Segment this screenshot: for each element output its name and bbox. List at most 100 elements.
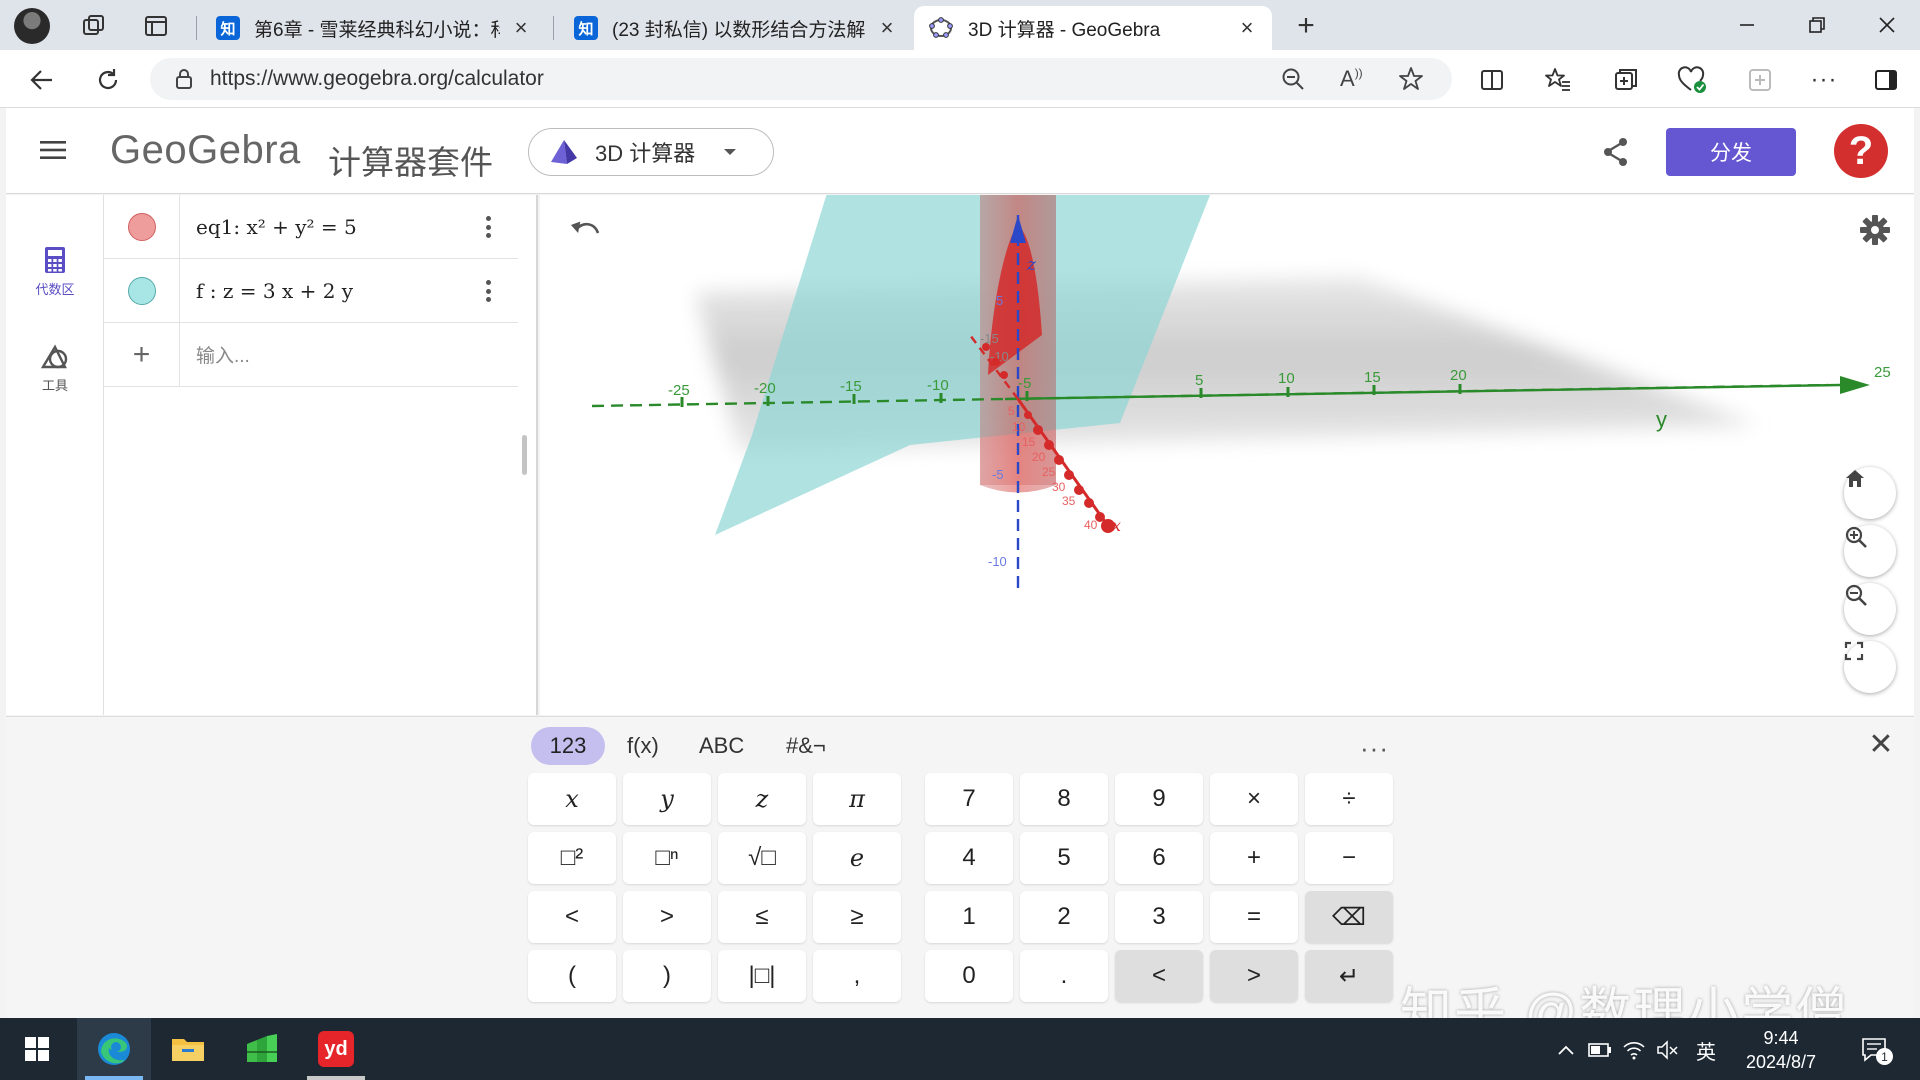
graphics-3d-view[interactable]: -25 -20 -15 -10 -5 5 10 15 20 25 y z 5 -… xyxy=(540,195,1914,715)
key-greater-than[interactable]: > xyxy=(623,891,711,943)
zoom-in-button[interactable] xyxy=(1844,525,1896,577)
volume-muted-icon[interactable] xyxy=(1654,1036,1682,1064)
start-button[interactable] xyxy=(0,1018,74,1080)
tab-actions-icon[interactable] xyxy=(140,10,172,42)
refresh-button[interactable] xyxy=(90,62,126,98)
undo-icon[interactable] xyxy=(568,213,604,249)
key-e[interactable]: e xyxy=(813,832,901,884)
rail-item-tools[interactable]: 工具 xyxy=(6,343,104,394)
keyboard-tab-123[interactable]: 123 xyxy=(531,727,605,765)
back-button[interactable] xyxy=(24,62,60,98)
key-2[interactable]: 2 xyxy=(1020,891,1108,943)
extension-icon[interactable] xyxy=(1742,62,1778,98)
close-tab-icon[interactable]: × xyxy=(876,15,898,40)
restore-button[interactable] xyxy=(1794,8,1840,42)
split-screen-icon[interactable] xyxy=(1474,62,1510,98)
close-tab-icon[interactable]: × xyxy=(1236,15,1258,40)
hamburger-menu-icon[interactable] xyxy=(38,138,68,162)
algebra-expression[interactable]: eq1: x² + y² = 5 xyxy=(196,195,357,258)
key-multiply[interactable]: × xyxy=(1210,773,1298,825)
new-tab-button[interactable]: + xyxy=(1290,9,1322,42)
taskbar-file-explorer[interactable] xyxy=(151,1018,225,1080)
key-equals[interactable]: = xyxy=(1210,891,1298,943)
key-mixed-fraction[interactable]: ≥ xyxy=(813,891,901,943)
keyboard-tab-symbols[interactable]: #&¬ xyxy=(772,727,840,765)
key-sqrt[interactable]: √□ xyxy=(718,832,806,884)
tab-zhihu-novel[interactable]: 知 第6章 - 雪莱经典科幻小说：科学 × xyxy=(202,6,546,50)
keyboard-tab-abc[interactable]: ABC xyxy=(685,727,758,765)
key-8[interactable]: 8 xyxy=(1020,773,1108,825)
taskbar-youdao[interactable]: yd xyxy=(299,1018,373,1080)
sidebar-toggle-icon[interactable] xyxy=(1868,62,1904,98)
key-plus[interactable]: + xyxy=(1210,832,1298,884)
key-cursor-left[interactable]: < xyxy=(1115,950,1203,1002)
url-field[interactable]: https://www.geogebra.org/calculator A)) xyxy=(150,58,1452,100)
notification-center[interactable]: 1 xyxy=(1856,1036,1896,1065)
key-x[interactable]: x xyxy=(528,773,616,825)
key-backspace[interactable]: ⌫ xyxy=(1305,891,1393,943)
visibility-toggle[interactable] xyxy=(104,259,180,322)
home-button[interactable] xyxy=(1844,467,1896,519)
key-decimal[interactable]: . xyxy=(1020,950,1108,1002)
gear-icon[interactable] xyxy=(1858,213,1892,247)
key-y[interactable]: y xyxy=(623,773,711,825)
clock[interactable]: 9:44 2024/8/7 xyxy=(1736,1026,1826,1074)
key-9[interactable]: 9 xyxy=(1115,773,1203,825)
minimize-button[interactable] xyxy=(1724,8,1770,42)
zoom-icon[interactable] xyxy=(1280,66,1306,92)
profile-avatar[interactable] xyxy=(14,8,50,44)
lock-icon[interactable] xyxy=(174,68,194,90)
scene-3d[interactable]: -25 -20 -15 -10 -5 5 10 15 20 25 y z 5 -… xyxy=(540,195,1914,715)
key-minus[interactable]: − xyxy=(1305,832,1393,884)
workspaces-icon[interactable] xyxy=(78,10,110,42)
tab-geogebra[interactable]: 3D 计算器 - GeoGebra × xyxy=(914,6,1272,50)
browser-essentials-icon[interactable] xyxy=(1674,62,1710,98)
kebab-menu-icon[interactable] xyxy=(476,277,500,305)
app-selector-dropdown[interactable]: 3D 计算器 xyxy=(528,128,774,176)
zoom-out-button[interactable] xyxy=(1844,583,1896,635)
favorite-star-icon[interactable] xyxy=(1398,66,1424,92)
key-square[interactable]: □² xyxy=(528,832,616,884)
keyboard-tab-functions[interactable]: f(x) xyxy=(613,727,673,765)
key-z[interactable]: z xyxy=(718,773,806,825)
key-pi[interactable]: π xyxy=(813,773,901,825)
key-3[interactable]: 3 xyxy=(1115,891,1203,943)
fullscreen-button[interactable] xyxy=(1844,641,1896,693)
key-close-paren[interactable]: ) xyxy=(623,950,711,1002)
key-comma[interactable]: , xyxy=(813,950,901,1002)
scrollbar[interactable] xyxy=(522,435,527,475)
taskbar-app-green[interactable] xyxy=(225,1018,299,1080)
key-4[interactable]: 4 xyxy=(925,832,1013,884)
key-cursor-right[interactable]: > xyxy=(1210,950,1298,1002)
key-7[interactable]: 7 xyxy=(925,773,1013,825)
ime-indicator[interactable]: 英 xyxy=(1692,1036,1720,1064)
read-aloud-icon[interactable]: A)) xyxy=(1340,66,1363,92)
close-window-button[interactable] xyxy=(1864,8,1910,42)
add-item-button[interactable]: + xyxy=(104,323,180,386)
more-options-icon[interactable]: ··· xyxy=(1806,62,1842,98)
favorites-icon[interactable] xyxy=(1540,62,1576,98)
algebra-row[interactable]: f : z = 3 x + 2 y xyxy=(104,259,518,323)
key-open-paren[interactable]: ( xyxy=(528,950,616,1002)
close-keyboard-icon[interactable]: ✕ xyxy=(1866,728,1896,761)
tab-zhihu-messages[interactable]: 知 (23 封私信) 以数形结合方法解"E × xyxy=(560,6,912,50)
algebra-row[interactable]: eq1: x² + y² = 5 xyxy=(104,195,518,259)
algebra-input[interactable]: 输入... xyxy=(196,323,250,386)
key-enter[interactable]: ↵ xyxy=(1305,950,1393,1002)
visibility-toggle[interactable] xyxy=(104,195,180,258)
taskbar-edge[interactable] xyxy=(77,1018,151,1080)
algebra-input-row[interactable]: + 输入... xyxy=(104,323,518,387)
battery-icon[interactable] xyxy=(1586,1036,1614,1064)
help-button[interactable]: ? xyxy=(1834,124,1888,178)
wifi-icon[interactable] xyxy=(1620,1036,1648,1064)
close-tab-icon[interactable]: × xyxy=(510,15,532,40)
key-fraction[interactable]: ≤ xyxy=(718,891,806,943)
key-power[interactable]: □ⁿ xyxy=(623,832,711,884)
key-0[interactable]: 0 xyxy=(925,950,1013,1002)
rail-item-algebra[interactable]: 代数区 xyxy=(6,245,104,298)
geogebra-logo[interactable]: GeoGebra xyxy=(110,128,301,173)
key-abs[interactable]: |□| xyxy=(718,950,806,1002)
key-divide[interactable]: ÷ xyxy=(1305,773,1393,825)
key-6[interactable]: 6 xyxy=(1115,832,1203,884)
kebab-menu-icon[interactable] xyxy=(476,213,500,241)
